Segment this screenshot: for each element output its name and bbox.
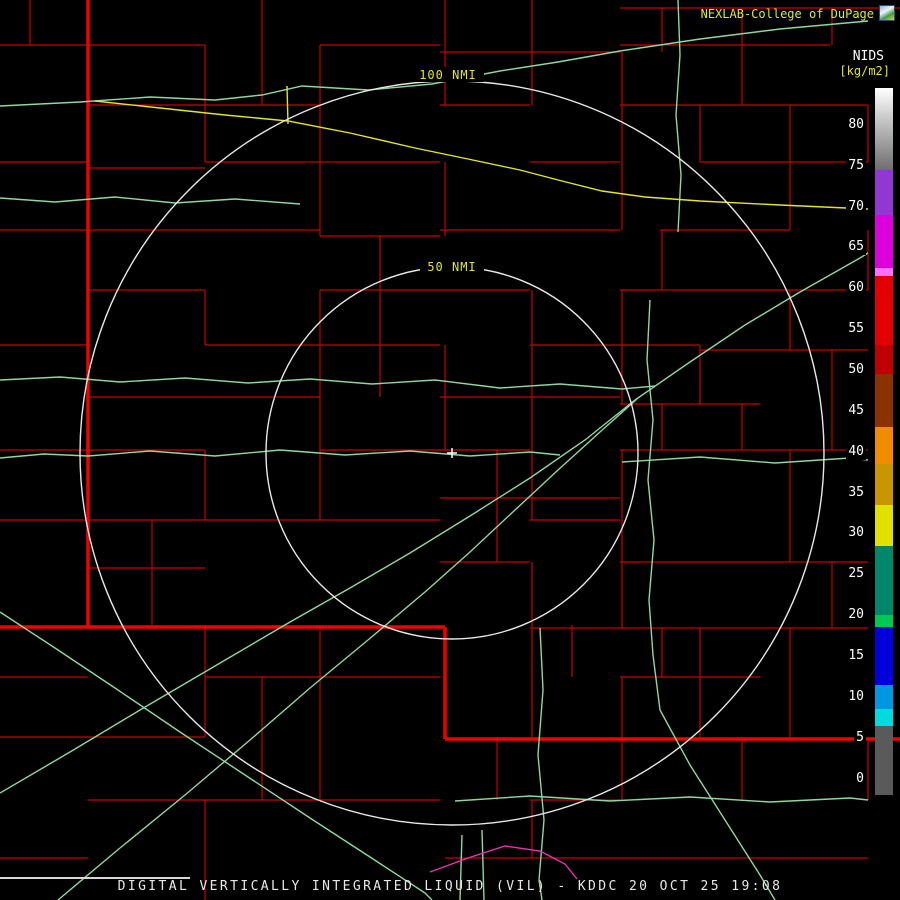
colorbar-tick-label: 40 (846, 442, 866, 460)
highway-line (57, 397, 639, 900)
highway-line-magenta (429, 845, 578, 880)
highway-magenta (429, 845, 578, 880)
colorbar-tick-label: 55 (846, 320, 866, 338)
colorbar-tick-labels: 80 75 70 65 60 55 50 45 40 35 30 25 20 15 10 5 0 (820, 0, 866, 900)
colorbar-segment (875, 545, 893, 616)
colorbar-segment (875, 684, 893, 710)
colorbar-tick-label: 80 (846, 115, 866, 133)
highway-line (0, 611, 433, 900)
highway-line (537, 627, 545, 900)
highway-line (0, 449, 561, 459)
range-rings: 100 NMI 50 NMI (79, 67, 825, 826)
highway-line (0, 252, 869, 794)
colorbar-tick-label: 60 (846, 279, 866, 297)
county-border-lines-horizontal (0, 7, 900, 859)
radar-map: 100 NMI 50 NMI (0, 0, 900, 900)
radar-display: 100 NMI 50 NMI NEXLAB-College of DuPage … (0, 0, 900, 900)
colorbar-segment (875, 275, 893, 346)
colorbar-segment (875, 627, 893, 685)
colorbar-segment (875, 615, 893, 628)
colorbar-tick-label: 75 (846, 156, 866, 174)
highway-line (454, 795, 869, 803)
colorbar-tick-label: 15 (846, 647, 866, 665)
colorbar-segment (875, 374, 893, 428)
colorbar-segment (875, 504, 893, 546)
colorbar-tick-label: 20 (846, 606, 866, 624)
colorbar-segment (875, 267, 893, 276)
highway-line (675, 0, 682, 233)
colorbar-segment (875, 169, 893, 215)
colorbar-tick-label: 5 (854, 728, 866, 746)
colorbar-segments (875, 0, 893, 900)
colorbar-tick-label: 50 (846, 360, 866, 378)
highway-line (646, 299, 776, 900)
highway-line (0, 376, 656, 390)
ring-label-50nmi: 50 NMI (427, 260, 476, 274)
highway-line (0, 20, 869, 107)
product-caption: DIGITAL VERTICALLY INTEGRATED LIQUID (VI… (117, 879, 783, 894)
colorbar-segment (875, 725, 893, 795)
colorbar-tick-label: 35 (846, 483, 866, 501)
colorbar-tick-label: 30 (846, 524, 866, 542)
colorbar-segment (875, 463, 893, 505)
colorbar-tick-label: 25 (846, 565, 866, 583)
colorbar-tick-label: 0 (854, 769, 866, 787)
county-borders (0, 0, 900, 900)
highway-line-yellow (286, 85, 289, 125)
colorbar-tick-label: 10 (846, 687, 866, 705)
colorbar-segment (875, 709, 893, 726)
colorbar-segment (875, 427, 893, 464)
colorbar-tick-label: 65 (846, 238, 866, 256)
colorbar-tick-label: 45 (846, 401, 866, 419)
ring-label-100nmi: 100 NMI (419, 68, 477, 82)
colorbar-segment (875, 214, 893, 268)
colorbar-tick-label: 70 (846, 197, 866, 215)
colorbar-segment (875, 88, 893, 170)
colorbar-segment (875, 345, 893, 375)
highway-line-yellow (94, 100, 869, 210)
highway-line (0, 196, 301, 205)
